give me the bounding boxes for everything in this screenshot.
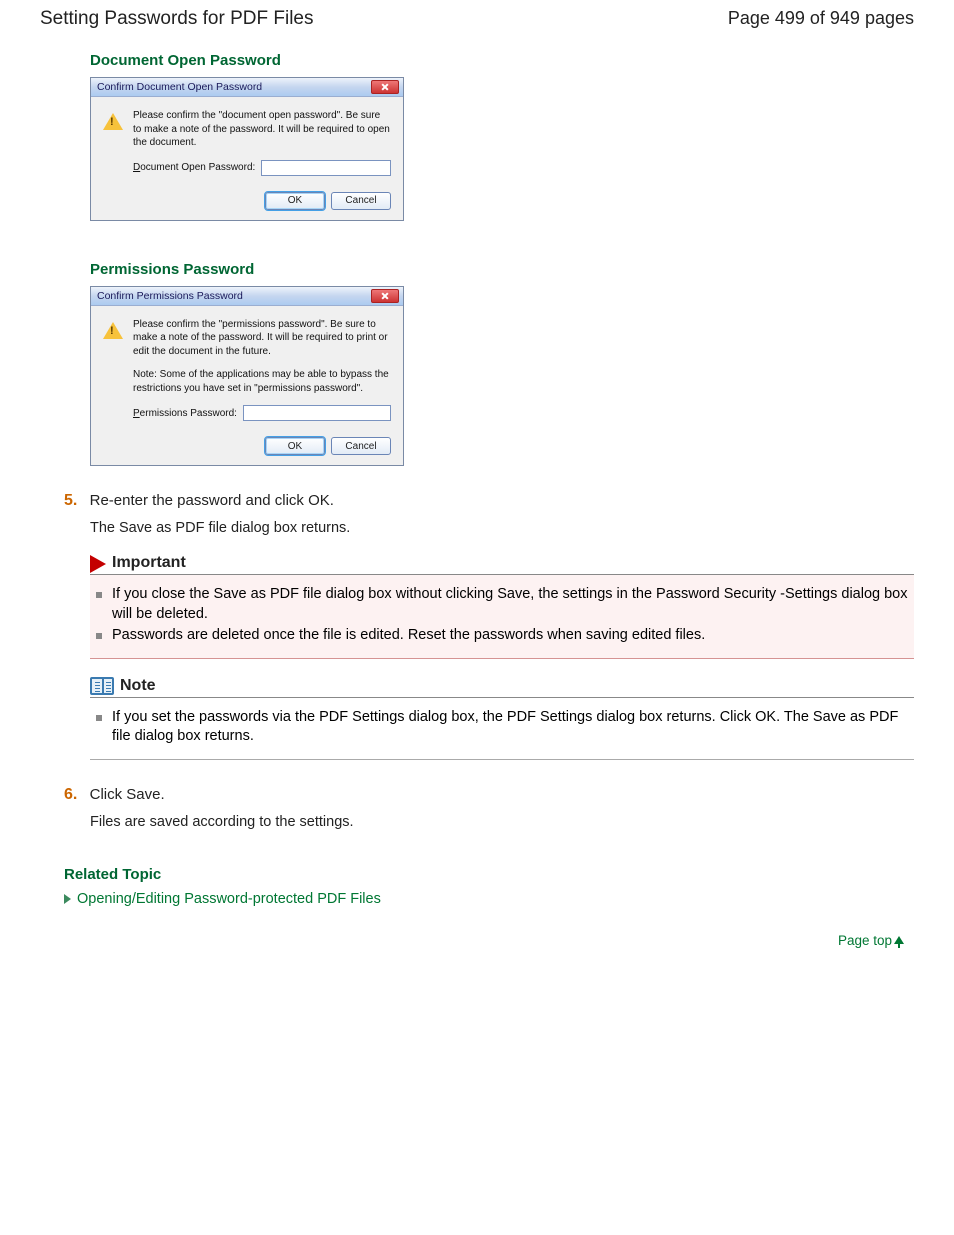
ok-button[interactable]: OK: [265, 437, 325, 455]
dialog-title: Confirm Permissions Password: [97, 290, 243, 302]
ok-button[interactable]: OK: [265, 192, 325, 210]
step-number: 6.: [64, 786, 86, 804]
related-topic-heading: Related Topic: [64, 866, 914, 883]
page-header: Setting Passwords for PDF Files Page 499…: [0, 0, 954, 34]
step-number: 5.: [64, 492, 86, 510]
link-arrow-icon: [64, 894, 71, 904]
note-item: If you set the passwords via the PDF Set…: [96, 708, 908, 747]
dialog-title: Confirm Document Open Password: [97, 81, 262, 93]
related-link[interactable]: Opening/Editing Password-protected PDF F…: [77, 891, 381, 907]
password-label: Permissions Password:: [133, 408, 237, 419]
up-arrow-icon: [894, 936, 904, 944]
warning-icon: [103, 113, 123, 130]
password-label: Document Open Password:: [133, 162, 255, 173]
page-top-link[interactable]: Page top: [90, 933, 914, 948]
cancel-button[interactable]: Cancel: [331, 437, 391, 455]
permissions-heading: Permissions Password: [90, 261, 914, 278]
dialog-titlebar: Confirm Document Open Password: [91, 78, 403, 97]
note-title: Note: [120, 677, 156, 695]
step-6-sub: Files are saved according to the setting…: [90, 814, 914, 830]
dialog-message: Please confirm the "permissions password…: [133, 318, 391, 359]
doc-open-password-input[interactable]: [261, 160, 391, 176]
permissions-password-input[interactable]: [243, 405, 391, 421]
page-top-label: Page top: [838, 933, 892, 948]
doc-open-heading: Document Open Password: [90, 52, 914, 69]
related-link-row: Opening/Editing Password-protected PDF F…: [64, 891, 914, 907]
dialog-body: Please confirm the "document open passwo…: [91, 97, 403, 220]
important-item: If you close the Save as PDF file dialog…: [96, 585, 908, 624]
step-5: 5. Re-enter the password and click OK.: [64, 492, 914, 510]
cancel-button[interactable]: Cancel: [331, 192, 391, 210]
content-area: Document Open Password Confirm Document …: [0, 52, 954, 988]
step-5-sub: The Save as PDF file dialog box returns.: [90, 520, 914, 536]
page-number: Page 499 of 949 pages: [728, 8, 914, 29]
dialog-body: Please confirm the "permissions password…: [91, 306, 403, 466]
warning-icon: [103, 322, 123, 339]
bullet-icon: [96, 592, 102, 598]
important-callout: Important If you close the Save as PDF f…: [90, 554, 914, 659]
confirm-doc-open-password-dialog: Confirm Document Open Password Please co…: [90, 77, 404, 221]
note-icon: [90, 677, 114, 695]
close-icon[interactable]: [371, 80, 399, 94]
important-text: Passwords are deleted once the file is e…: [112, 626, 705, 646]
page-title: Setting Passwords for PDF Files: [40, 8, 313, 30]
confirm-permissions-password-dialog: Confirm Permissions Password Please conf…: [90, 286, 404, 467]
dialog-titlebar: Confirm Permissions Password: [91, 287, 403, 306]
close-icon[interactable]: [371, 289, 399, 303]
dialog-message: Please confirm the "document open passwo…: [133, 109, 391, 150]
step-text: Re-enter the password and click OK.: [90, 492, 334, 509]
bullet-icon: [96, 715, 102, 721]
note-text: If you set the passwords via the PDF Set…: [112, 708, 908, 747]
important-title: Important: [112, 554, 186, 572]
dialog-note: Note: Some of the applications may be ab…: [133, 368, 391, 395]
bullet-icon: [96, 633, 102, 639]
important-icon: [90, 555, 106, 573]
note-callout: Note If you set the passwords via the PD…: [90, 677, 914, 760]
step-6: 6. Click Save.: [64, 786, 914, 804]
step-text: Click Save.: [90, 786, 165, 803]
important-text: If you close the Save as PDF file dialog…: [112, 585, 908, 624]
important-item: Passwords are deleted once the file is e…: [96, 626, 908, 646]
